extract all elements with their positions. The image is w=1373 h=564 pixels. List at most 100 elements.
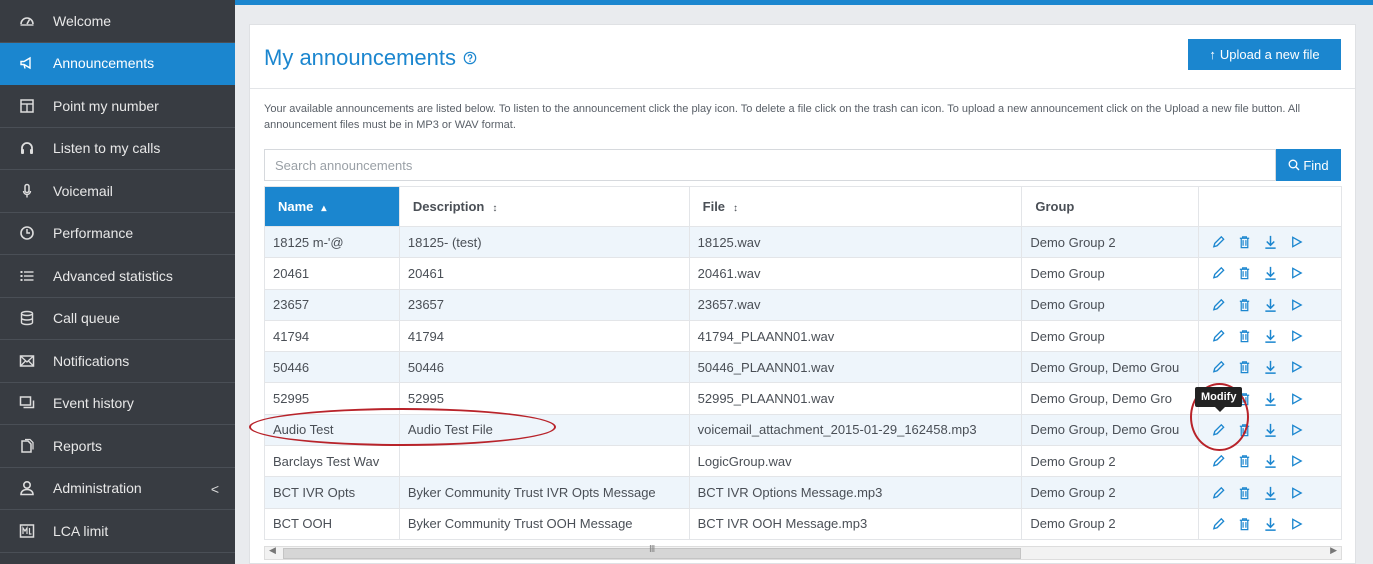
download-icon[interactable]: [1263, 234, 1278, 250]
table-row[interactable]: BCT OOH Byker Community Trust OOH Message…: [264, 507, 1342, 540]
find-button[interactable]: Find: [1276, 149, 1341, 181]
trash-icon[interactable]: [1237, 328, 1252, 344]
table-row[interactable]: 18125 m-'@ 18125- (test) 18125.wav Demo Gro…: [264, 225, 1342, 259]
edit-pencil-icon[interactable]: [1211, 234, 1226, 250]
cell-name: Barclays Test Wav: [264, 445, 400, 478]
play-icon[interactable]: [1289, 265, 1304, 281]
sidebar-item-listen-to-my-calls[interactable]: Listen to my calls: [0, 128, 235, 170]
dashboard-icon: [18, 12, 36, 30]
table-row[interactable]: 20461 20461 20461.wav Demo Group: [264, 257, 1342, 290]
play-icon[interactable]: [1289, 328, 1304, 344]
download-icon[interactable]: [1263, 422, 1278, 438]
download-icon[interactable]: [1263, 359, 1278, 375]
trash-icon[interactable]: [1237, 234, 1252, 250]
sidebar-item-notifications[interactable]: Notifications: [0, 340, 235, 383]
play-icon[interactable]: [1289, 422, 1304, 438]
edit-pencil-icon[interactable]: [1211, 359, 1226, 375]
sort-icon[interactable]: ↕: [733, 203, 738, 214]
help-icon[interactable]: [463, 51, 477, 65]
sidebar-item-label: Welcome: [53, 12, 112, 29]
row-actions: [1207, 297, 1340, 313]
sidebar-item-administration[interactable]: Administration <: [0, 468, 235, 510]
column-header-group[interactable]: Group: [1021, 186, 1200, 227]
cell-actions: [1198, 257, 1342, 290]
sidebar-item-label: Point my number: [53, 97, 159, 114]
column-header-description[interactable]: Description ↕: [398, 186, 690, 227]
edit-pencil-icon[interactable]: [1211, 485, 1226, 501]
modify-tooltip: Modify: [1195, 387, 1243, 412]
sort-icon[interactable]: ↕: [492, 203, 497, 214]
scroll-right-arrow-icon[interactable]: ▶: [1330, 545, 1337, 556]
cell-file: voicemail_attachment_2015-01-29_162458.m…: [688, 413, 1023, 447]
cell-name: 41794: [264, 319, 400, 353]
column-header-name[interactable]: Name ▴: [264, 186, 400, 227]
table-row[interactable]: Barclays Test Wav LogicGroup.wav Demo Grou…: [264, 445, 1342, 478]
edit-pencil-icon[interactable]: [1211, 297, 1226, 313]
download-icon[interactable]: [1263, 265, 1278, 281]
chevron-left-icon[interactable]: <: [211, 481, 219, 497]
cell-file: BCT IVR OOH Message.mp3: [688, 507, 1023, 540]
sidebar-item-label: Administration: [53, 480, 142, 497]
row-actions: [1207, 485, 1340, 501]
table-row[interactable]: BCT IVR Opts Byker Community Trust IVR Op…: [264, 476, 1342, 509]
cell-file: 41794_PLAANN01.wav: [688, 319, 1023, 353]
headset-icon: [18, 139, 36, 157]
sidebar-item-reports[interactable]: Reports: [0, 425, 235, 468]
sort-icon[interactable]: ▴: [321, 203, 326, 214]
table-row[interactable]: 23657 23657 23657.wav Demo Group: [264, 288, 1342, 321]
cell-group: Demo Group: [1021, 319, 1200, 353]
download-icon[interactable]: [1263, 391, 1278, 407]
sidebar-item-point-my-number[interactable]: Point my number: [0, 85, 235, 128]
horizontal-scrollbar[interactable]: ◀ III ▶: [264, 544, 1342, 560]
play-icon[interactable]: [1289, 297, 1304, 313]
annotation-ellipse-audio-test: [249, 408, 556, 446]
download-icon[interactable]: [1263, 453, 1278, 469]
play-icon[interactable]: [1289, 391, 1304, 407]
edit-pencil-icon[interactable]: [1211, 516, 1226, 532]
play-icon[interactable]: [1289, 234, 1304, 250]
cell-name: BCT OOH: [264, 507, 400, 540]
sidebar-item-call-queue[interactable]: Call queue: [0, 298, 235, 340]
download-icon[interactable]: [1263, 297, 1278, 313]
scroll-left-arrow-icon[interactable]: ◀: [269, 545, 276, 556]
sidebar-item-label: Call queue: [53, 310, 120, 327]
sidebar-item-welcome[interactable]: Welcome: [0, 0, 235, 43]
download-icon[interactable]: [1263, 516, 1278, 532]
cell-description: 20461: [398, 257, 690, 290]
sidebar-item-advanced-statistics[interactable]: Advanced statistics: [0, 255, 235, 298]
column-header-file[interactable]: File ↕: [688, 186, 1023, 227]
sidebar-item-performance[interactable]: Performance: [0, 213, 235, 255]
trash-icon[interactable]: [1237, 453, 1252, 469]
trash-icon[interactable]: [1237, 485, 1252, 501]
tooltip-text: Modify: [1201, 391, 1237, 403]
cell-actions: [1198, 319, 1342, 353]
table-row[interactable]: 41794 41794 41794_PLAANN01.wav Demo Group: [264, 319, 1342, 353]
table-row[interactable]: 50446 50446 50446_PLAANN01.wav Demo Group, …: [264, 351, 1342, 384]
page-title: My announcements: [264, 45, 477, 71]
trash-icon[interactable]: [1237, 359, 1252, 375]
edit-pencil-icon[interactable]: [1211, 265, 1226, 281]
edit-pencil-icon[interactable]: [1211, 328, 1226, 344]
download-icon[interactable]: [1263, 328, 1278, 344]
trash-icon[interactable]: [1237, 516, 1252, 532]
sidebar-item-lca-limit[interactable]: LCA limit: [0, 510, 235, 553]
cell-name: 23657: [264, 288, 400, 321]
play-icon[interactable]: [1289, 485, 1304, 501]
microphone-icon: [18, 182, 36, 200]
play-icon[interactable]: [1289, 516, 1304, 532]
search-input[interactable]: [264, 149, 1276, 181]
cell-group: Demo Group 2: [1021, 445, 1200, 478]
play-icon[interactable]: [1289, 359, 1304, 375]
edit-pencil-icon[interactable]: [1211, 453, 1226, 469]
upload-new-file-button[interactable]: ↑︎ Upload a new file: [1188, 39, 1341, 70]
play-icon[interactable]: [1289, 453, 1304, 469]
limit-icon: [18, 522, 36, 540]
sidebar-item-voicemail[interactable]: Voicemail: [0, 170, 235, 213]
sidebar: Welcome Announcements Point my number Liste…: [0, 0, 235, 564]
list-icon: [18, 267, 36, 285]
trash-icon[interactable]: [1237, 265, 1252, 281]
download-icon[interactable]: [1263, 485, 1278, 501]
sidebar-item-event-history[interactable]: Event history: [0, 383, 235, 425]
sidebar-item-announcements[interactable]: Announcements: [0, 42, 235, 85]
trash-icon[interactable]: [1237, 297, 1252, 313]
